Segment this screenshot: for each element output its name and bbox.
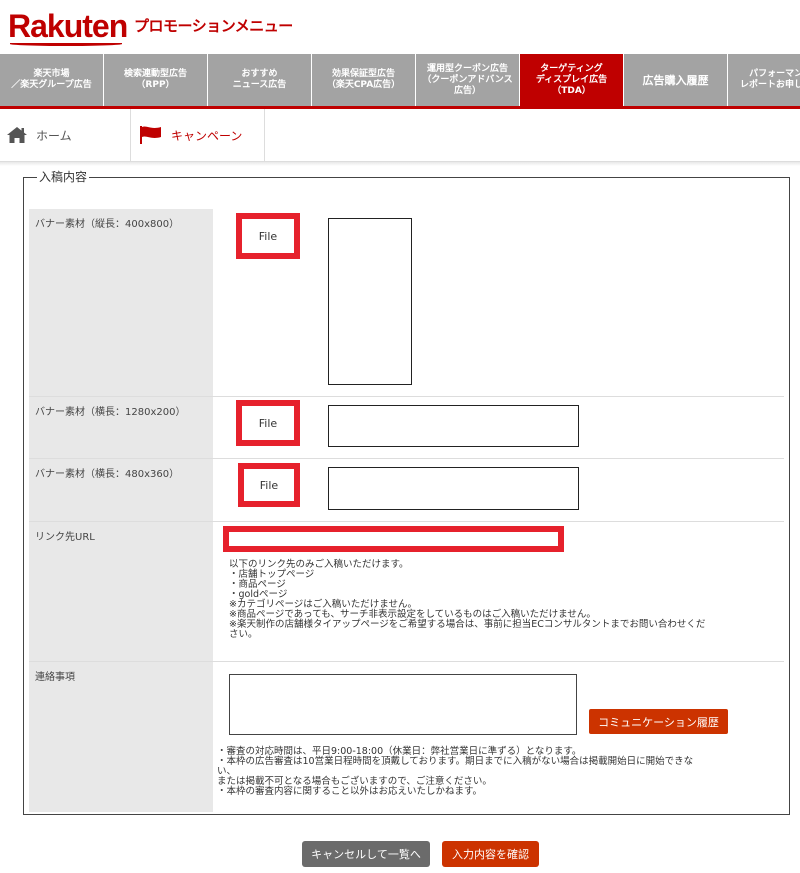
breadcrumb-campaign-label: キャンペーン xyxy=(171,128,243,143)
row-banner-landscape: バナー素材（横長：1280x200） File xyxy=(29,397,784,459)
row-contact: 連絡事項 コミュニケーション履歴 ・審査の対応時間は、平日9:00-18:00（… xyxy=(29,662,784,812)
file-button-portrait[interactable]: File xyxy=(236,213,300,259)
submission-form: 入稿内容 バナー素材（縦長：400x800） File バナー素材（横長：128… xyxy=(23,170,790,815)
banner-landscape-label: バナー素材（横長：1280x200） xyxy=(29,397,213,458)
tab-tda[interactable]: ターゲティング ディスプレイ広告 （TDA） xyxy=(520,54,624,106)
tab-cpa-ads[interactable]: 効果保証型広告 （楽天CPA広告） xyxy=(312,54,416,106)
banner-portrait-label: バナー素材（縦長：400x800） xyxy=(29,209,213,396)
tab-rakuten-group-ads[interactable]: 楽天市場 ／楽天グループ広告 xyxy=(0,54,104,106)
form-legend: 入稿内容 xyxy=(37,170,90,184)
banner-landscape-value: File xyxy=(213,397,784,458)
flag-icon xyxy=(140,126,161,144)
contact-notes: ・審査の対応時間は、平日9:00-18:00（休業日：弊社営業日に準ずる）となり… xyxy=(217,746,694,797)
link-url-label: リンク先URL xyxy=(29,522,213,661)
banner-landscape-preview xyxy=(328,405,579,447)
home-icon xyxy=(7,127,27,143)
header: Rakuten プロモーションメニュー xyxy=(0,0,800,54)
main-nav: 楽天市場 ／楽天グループ広告 検索連動型広告 （RPP） おすすめ ニュース広告… xyxy=(0,54,800,106)
logo-swoosh xyxy=(10,42,122,46)
tab-news-ads[interactable]: おすすめ ニュース広告 xyxy=(208,54,312,106)
tab-rpp[interactable]: 検索連動型広告 （RPP） xyxy=(104,54,208,106)
banner-480-preview xyxy=(328,467,579,510)
contact-value: コミュニケーション履歴 ・審査の対応時間は、平日9:00-18:00（休業日：弊… xyxy=(213,662,784,812)
tab-purchase-history[interactable]: 広告購入履歴 xyxy=(624,54,728,106)
contact-textarea[interactable] xyxy=(229,674,577,735)
contact-label: 連絡事項 xyxy=(29,662,213,812)
confirm-button[interactable]: 入力内容を確認 xyxy=(442,841,539,867)
cancel-button[interactable]: キャンセルして一覧へ xyxy=(302,841,430,867)
breadcrumb-campaign[interactable]: キャンペーン xyxy=(131,109,265,161)
banner-480-label: バナー素材（横長：480x360） xyxy=(29,459,213,521)
rakuten-logo[interactable]: Rakuten xyxy=(8,8,128,46)
subnav-shadow xyxy=(0,162,800,166)
file-button-480[interactable]: File xyxy=(238,463,300,507)
link-url-value: 以下のリンク先のみご入稿いただけます。 ・店舗トップページ ・商品ページ ・go… xyxy=(213,522,784,661)
tab-performance-report[interactable]: パフォーマンス レポートお申し込み xyxy=(728,54,800,106)
breadcrumb-home[interactable]: ホーム xyxy=(0,109,131,161)
banner-480-value: File xyxy=(213,459,784,521)
breadcrumb: ホーム キャンペーン xyxy=(0,109,800,162)
banner-portrait-preview xyxy=(328,218,412,385)
tab-coupon-advance[interactable]: 運用型クーポン広告 （クーポンアドバンス 広告） xyxy=(416,54,520,106)
link-url-notes: 以下のリンク先のみご入稿いただけます。 ・店舗トップページ ・商品ページ ・go… xyxy=(229,559,706,640)
app-title: プロモーションメニュー xyxy=(134,17,293,35)
link-url-input[interactable] xyxy=(223,526,564,552)
communication-history-button[interactable]: コミュニケーション履歴 xyxy=(589,709,728,734)
banner-portrait-value: File xyxy=(213,209,784,396)
row-banner-480: バナー素材（横長：480x360） File xyxy=(29,459,784,522)
row-banner-portrait: バナー素材（縦長：400x800） File xyxy=(29,209,784,397)
logo-text: Rakuten xyxy=(8,8,128,44)
file-button-landscape[interactable]: File xyxy=(236,400,300,446)
breadcrumb-home-label: ホーム xyxy=(36,128,72,143)
row-link-url: リンク先URL 以下のリンク先のみご入稿いただけます。 ・店舗トップページ ・商… xyxy=(29,522,784,662)
